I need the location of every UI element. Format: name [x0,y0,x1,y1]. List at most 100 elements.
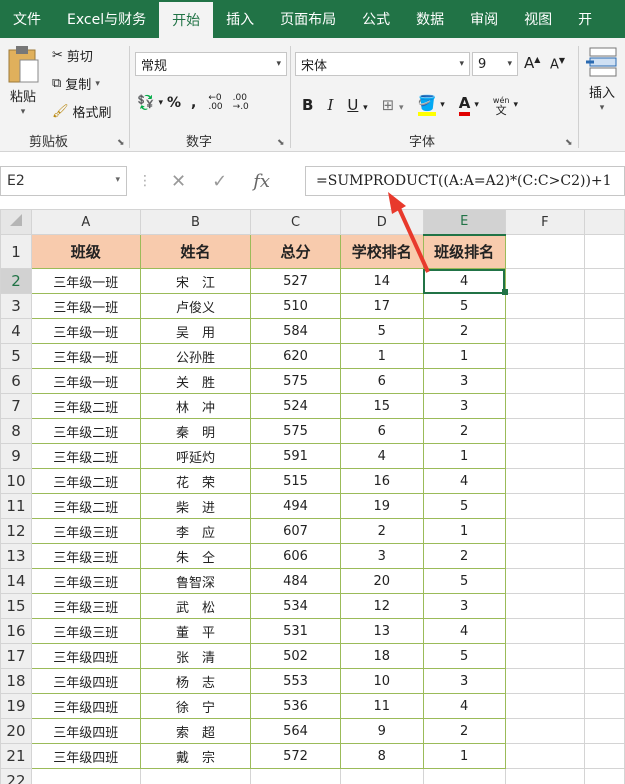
row-header[interactable]: 22 [0,768,32,784]
row-header[interactable]: 12 [0,518,32,544]
row-header[interactable]: 13 [0,543,32,569]
underline-icon[interactable]: U ▾ [347,96,367,114]
cell[interactable]: 三年级一班 [30,368,141,394]
cell[interactable]: 20 [339,568,424,594]
header-cell[interactable]: 总分 [250,234,341,269]
cell[interactable] [584,543,625,569]
cell[interactable] [504,368,586,394]
cell[interactable]: 10 [339,668,424,694]
cell[interactable]: 秦 明 [139,418,252,444]
cell[interactable]: 三年级二班 [30,443,141,469]
cell[interactable]: 572 [250,743,341,769]
cell[interactable]: 553 [250,668,341,694]
cell[interactable]: 3 [422,368,506,394]
column-header-f[interactable]: F [504,209,586,235]
cell[interactable]: 5 [422,643,506,669]
cell[interactable]: 12 [339,593,424,619]
tab-2[interactable]: 开始 [159,2,214,38]
row-header[interactable]: 10 [0,468,32,494]
tab-5[interactable]: 公式 [349,0,403,38]
cell[interactable]: 4 [422,618,506,644]
cell[interactable]: 3 [422,393,506,419]
cell[interactable]: 呼延灼 [139,443,252,469]
cell[interactable] [504,393,586,419]
tab-1[interactable]: Excel与财务 [54,0,159,38]
cell[interactable]: 3 [339,543,424,569]
cell[interactable] [504,593,586,619]
cell[interactable]: 卢俊义 [139,293,252,319]
cell[interactable]: 5 [422,293,506,319]
cell[interactable]: 14 [339,268,424,294]
cell[interactable] [584,593,625,619]
cell[interactable]: 15 [339,393,424,419]
paste-button[interactable]: 粘贴 ▾ [6,44,40,117]
cell[interactable] [504,343,586,369]
cell[interactable] [504,618,586,644]
cell[interactable]: 515 [250,468,341,494]
cell[interactable] [504,268,586,294]
cell[interactable] [584,568,625,594]
cell[interactable]: 三年级三班 [30,543,141,569]
cell[interactable] [504,468,586,494]
cell[interactable]: 606 [250,543,341,569]
accounting-icon[interactable]: 💱 [137,95,154,111]
cell[interactable]: 510 [250,293,341,319]
cell[interactable] [422,768,506,784]
cell[interactable] [504,743,586,769]
tab-0[interactable]: 文件 [0,0,54,38]
cell[interactable]: 三年级一班 [30,343,141,369]
cell[interactable] [584,368,625,394]
cell[interactable]: 三年级四班 [30,718,141,744]
row-header[interactable]: 3 [0,293,32,319]
cell[interactable] [504,493,586,519]
row-header[interactable]: 4 [0,318,32,344]
column-header-b[interactable]: B [139,209,252,235]
cell[interactable]: 5 [422,568,506,594]
cell[interactable]: 三年级四班 [30,643,141,669]
cell[interactable]: 索 超 [139,718,252,744]
cell[interactable]: 620 [250,343,341,369]
cell[interactable]: 5 [422,493,506,519]
cell[interactable]: 584 [250,318,341,344]
row-header[interactable]: 9 [0,443,32,469]
bold-icon[interactable]: B [302,96,313,114]
cell[interactable]: 17 [339,293,424,319]
cell[interactable]: 591 [250,443,341,469]
cell[interactable] [504,518,586,544]
clipboard-launcher-icon[interactable]: ⬊ [117,138,125,148]
cell[interactable]: 1 [422,743,506,769]
format-painter-button[interactable]: 🖌 格式刷 [52,102,112,121]
row-header[interactable]: 19 [0,693,32,719]
cell[interactable]: 朱 仝 [139,543,252,569]
cell[interactable]: 4 [339,443,424,469]
italic-icon[interactable]: I [327,96,333,114]
cell[interactable]: 524 [250,393,341,419]
cell[interactable] [584,718,625,744]
cell[interactable]: 564 [250,718,341,744]
cell[interactable]: 武 松 [139,593,252,619]
cell[interactable]: 三年级二班 [30,468,141,494]
font-launcher-icon[interactable]: ⬊ [565,138,573,148]
font-color-icon[interactable]: A [458,94,471,116]
row-header[interactable]: 16 [0,618,32,644]
column-header-next[interactable] [584,209,625,235]
cell[interactable]: 公孙胜 [139,343,252,369]
cell[interactable]: 2 [422,318,506,344]
cell[interactable] [504,568,586,594]
column-header-d[interactable]: D [339,209,424,235]
cell[interactable]: 宋 江 [139,268,252,294]
tab-9[interactable]: 开 [565,0,605,38]
cell[interactable]: 三年级三班 [30,593,141,619]
number-format-select[interactable]: 常规 ▾ [135,52,287,76]
cell[interactable]: 1 [422,518,506,544]
cell[interactable] [504,718,586,744]
active-cell[interactable]: 4 [422,268,506,294]
cell[interactable]: 9 [339,718,424,744]
cell[interactable]: 李 应 [139,518,252,544]
column-header-e[interactable]: E [422,209,506,236]
insert-button[interactable]: 插入 ▾ [586,46,618,113]
cell[interactable]: 花 荣 [139,468,252,494]
decrease-decimal-icon[interactable]: .00 →.0 [233,94,249,112]
cell[interactable]: 2 [422,543,506,569]
confirm-icon[interactable]: ✓ [212,171,227,192]
